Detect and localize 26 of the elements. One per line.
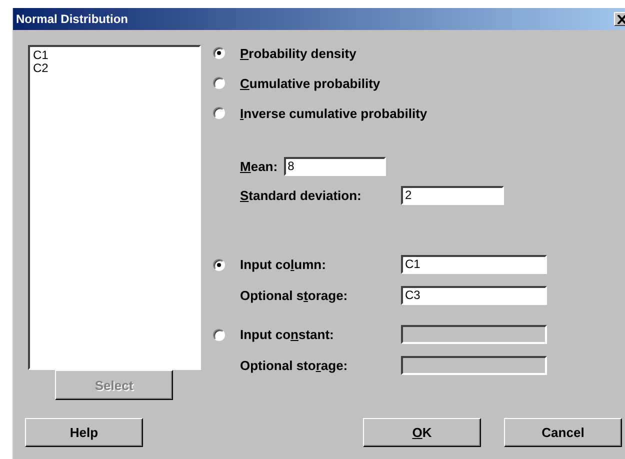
close-icon <box>617 14 625 24</box>
standard-deviation-label: Standard deviation: <box>240 188 362 203</box>
mean-field[interactable]: 8 <box>284 157 386 176</box>
radio-button[interactable] <box>213 258 225 270</box>
option-label: Input constant: <box>240 327 335 342</box>
storage-label: Optional storage: <box>240 358 349 373</box>
mean-label: Mean: <box>240 159 278 174</box>
column-list[interactable]: C1 C2 <box>28 45 201 370</box>
radio-button[interactable] <box>213 77 225 89</box>
option-label: Cumulative probability <box>240 76 380 90</box>
storage-label: Optional storage: <box>240 288 349 303</box>
storage-field[interactable]: C3 <box>401 286 547 305</box>
list-item[interactable]: C1 <box>33 49 196 62</box>
input-field[interactable]: C1 <box>401 255 547 274</box>
help-button[interactable]: Help <box>25 418 143 447</box>
ok-button[interactable]: OK <box>363 418 481 447</box>
list-item[interactable]: C2 <box>33 62 196 75</box>
radio-button[interactable] <box>213 47 225 59</box>
option-label: Input column: <box>240 257 327 272</box>
window-title: Normal Distribution <box>16 12 130 26</box>
option-label: Probability density <box>240 46 356 60</box>
option-label: Inverse cumulative probability <box>240 106 428 120</box>
storage-field[interactable] <box>401 356 547 375</box>
radio-button[interactable] <box>213 107 225 119</box>
cancel-button[interactable]: Cancel <box>504 418 622 447</box>
standard-deviation-field[interactable]: 2 <box>401 186 504 205</box>
